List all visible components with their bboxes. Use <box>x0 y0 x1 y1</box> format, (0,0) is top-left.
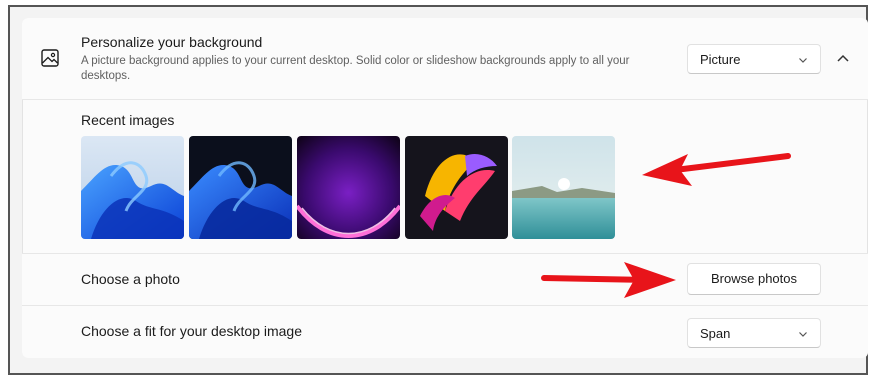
chevron-up-icon[interactable] <box>830 46 856 72</box>
recent-image-3[interactable] <box>297 136 400 239</box>
recent-images-label: Recent images <box>81 112 175 128</box>
browse-photos-button[interactable]: Browse photos <box>687 263 821 295</box>
annotation-arrow-icon <box>541 262 676 298</box>
section-description: A picture background applies to your cur… <box>81 55 630 82</box>
recent-image-2[interactable] <box>189 136 292 239</box>
choose-fit-label: Choose a fit for your desktop image <box>81 323 303 339</box>
section-title: Personalize your background <box>81 34 263 50</box>
recent-image-1[interactable] <box>81 136 184 239</box>
picture-icon <box>41 49 59 67</box>
recent-image-5[interactable] <box>512 136 615 239</box>
chevron-down-icon <box>799 58 807 63</box>
choose-photo-label: Choose a photo <box>81 271 180 287</box>
annotation-arrow-icon <box>642 153 791 186</box>
recent-image-4[interactable] <box>405 136 508 239</box>
chevron-down-icon <box>799 332 807 337</box>
background-type-value: Picture <box>700 52 741 67</box>
background-type-dropdown[interactable]: Picture <box>687 44 821 74</box>
fit-value: Span <box>700 326 731 341</box>
fit-dropdown[interactable]: Span <box>687 318 821 348</box>
